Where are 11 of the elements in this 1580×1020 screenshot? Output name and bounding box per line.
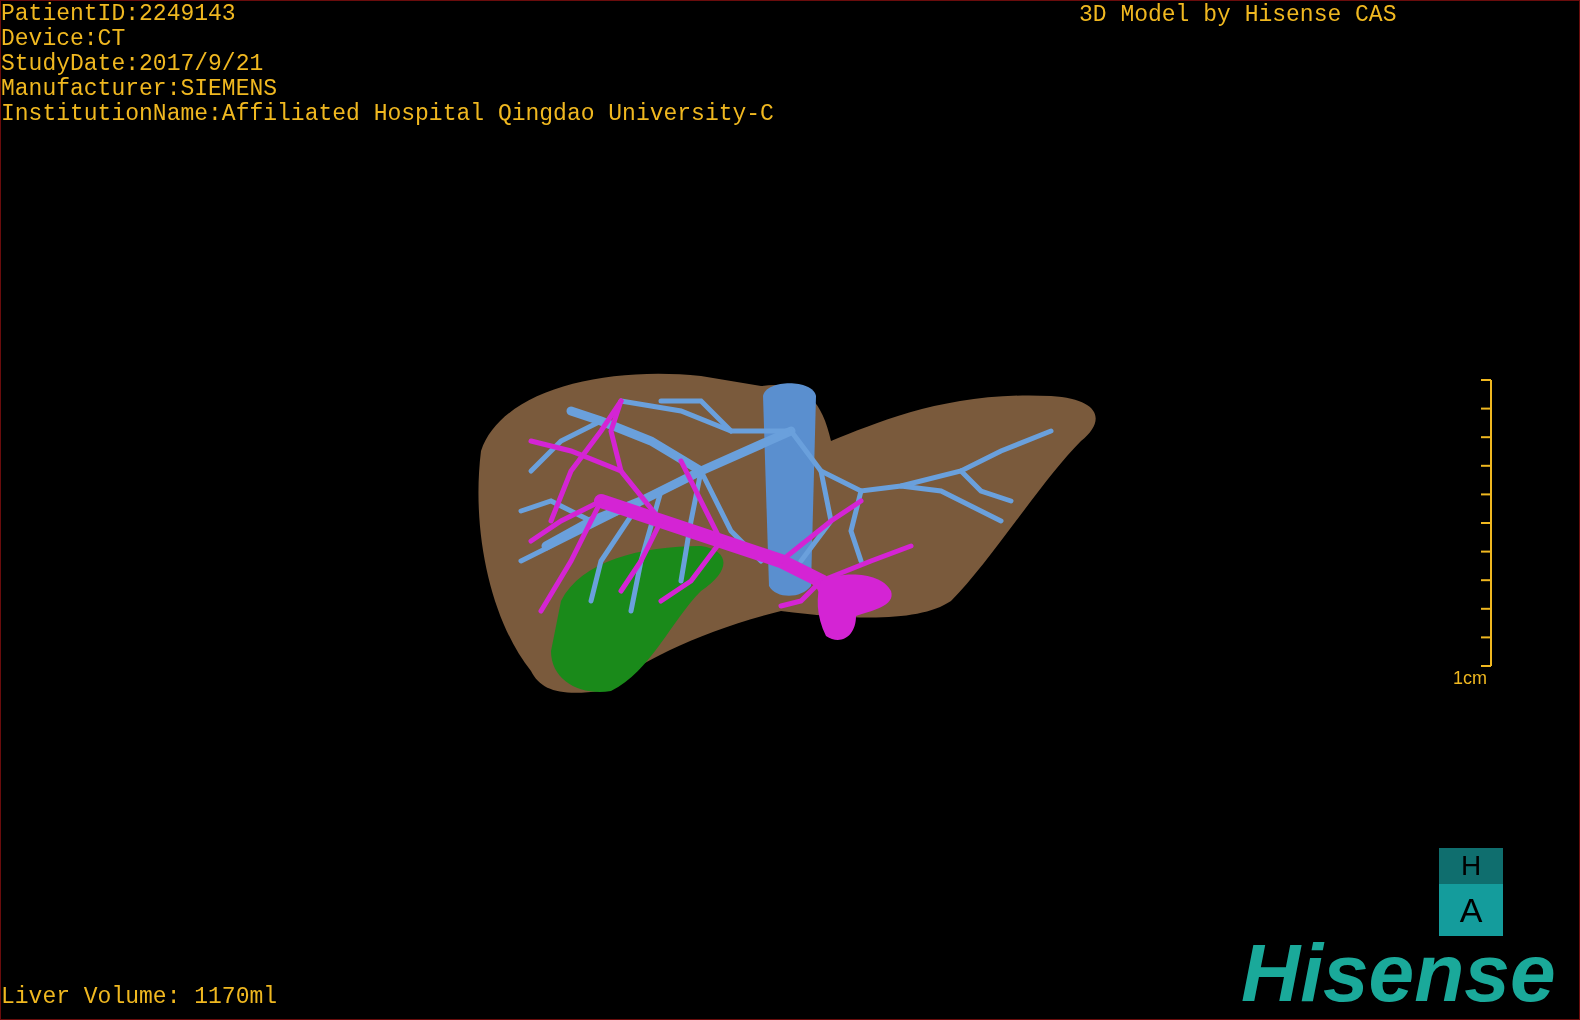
cube-front-face: A bbox=[1439, 884, 1503, 936]
cube-top-face: H bbox=[1439, 848, 1503, 884]
logo: Hisense bbox=[1241, 937, 1556, 1009]
model-credit: 3D Model by Hisense CAS bbox=[1079, 3, 1397, 28]
scale-label: 1cm bbox=[1453, 668, 1487, 688]
patient-info-line: StudyDate:2017/9/21 bbox=[1, 52, 265, 77]
patient-info-line: InstitutionName:Affiliated Hospital Qingdao University-C bbox=[1, 102, 774, 127]
liver-volume: Liver Volume: 1170ml bbox=[1, 985, 278, 1010]
patient-info-line: Manufacturer:SIEMENS bbox=[1, 77, 279, 102]
patient-info-line: PatientID:2249143 bbox=[1, 2, 237, 27]
patient-info-line: Device:CT bbox=[1, 27, 127, 52]
